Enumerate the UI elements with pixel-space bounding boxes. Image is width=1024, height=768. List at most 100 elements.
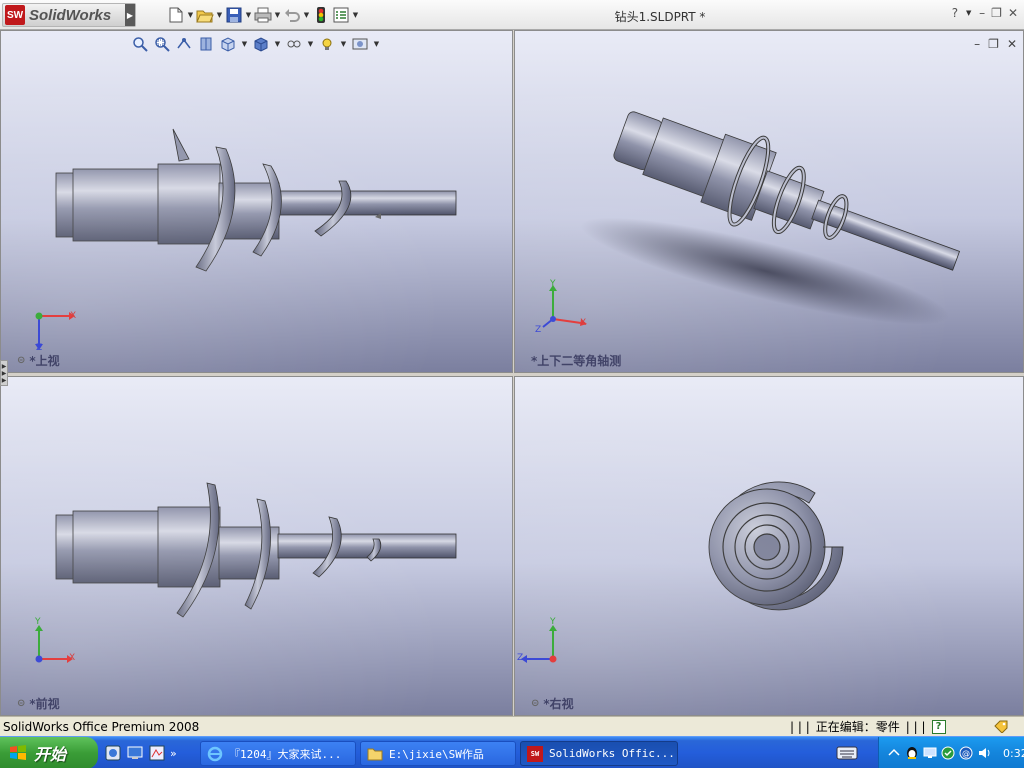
quick-launch-desktop-icon[interactable] [126,744,144,762]
tray-speaker-icon[interactable] [977,746,991,760]
solidworks-logo-icon: SW [5,5,25,25]
window-controls: ? ▼ – ❐ ✕ [952,6,1018,20]
view-orientation-dropdown-icon[interactable]: ▼ [240,40,249,48]
axis-y-label-right: Y [550,617,556,627]
window-title: 钻头1.SLDPRT * [614,10,706,24]
clock[interactable]: 0:32 [1003,747,1024,760]
app-logo-text: SolidWorks [29,6,112,24]
windows-taskbar: 开始 » 『1204』大家来试... E:\jixie\SW作品 SW Soli… [0,736,1024,768]
taskbar-item-browser[interactable]: 『1204』大家来试... [200,741,356,766]
view-orientation-icon[interactable] [218,34,238,54]
zoom-area-icon[interactable] [152,34,172,54]
link-views-icon[interactable]: ⊝ [17,698,25,709]
viewport-label-front: ⊝ *前视 [17,697,60,711]
axis-x-label: X [70,311,77,321]
viewport-right[interactable]: Z Y ⊝ *右视 [514,376,1024,716]
editing-status: 正在编辑：零件 [815,720,900,734]
solidworks-menu-button[interactable]: SW SolidWorks ▶ [2,3,136,27]
save-dropdown-icon[interactable]: ▼ [244,11,253,19]
restore-icon[interactable]: ❐ [991,6,1002,20]
link-views-icon[interactable]: ⊝ [531,698,539,709]
viewport-controls: – ❐ ✕ [974,37,1017,51]
lights-icon[interactable] [317,34,337,54]
help-icon[interactable]: ? [952,6,958,20]
viewport-label-isometric: *上下二等角轴测 [531,354,622,368]
rebuild-icon[interactable] [311,5,331,25]
undo-icon[interactable] [282,5,302,25]
close-icon[interactable]: ✕ [1008,6,1018,20]
start-button[interactable]: 开始 [0,737,98,768]
axis-triad-isometric [542,285,587,328]
keyboard-language-icon[interactable] [836,746,858,760]
status-separator: | | | [790,719,810,734]
section-view-icon[interactable] [196,34,216,54]
link-views-icon[interactable]: ⊝ [17,355,25,366]
viewport-isometric[interactable]: – ❐ ✕ X Y Z *上下二等角轴测 [514,30,1024,373]
product-name: SolidWorks Office Premium 2008 [3,719,200,734]
new-dropdown-icon[interactable]: ▼ [186,11,195,19]
display-style-icon[interactable] [251,34,271,54]
tray-antivirus-icon[interactable]: @ [959,746,973,760]
taskbar-item-folder[interactable]: E:\jixie\SW作品 [360,741,516,766]
viewport-close-icon[interactable]: ✕ [1007,37,1017,51]
taskbar-item-solidworks[interactable]: SW SolidWorks Offic... [520,741,678,766]
viewport-label-right: ⊝ *右视 [531,697,574,711]
quick-launch: » [104,744,177,762]
axis-triad-right [521,625,557,663]
viewport-top[interactable]: X Z ⊝ *上视 [0,30,513,373]
minimize-icon[interactable]: – [979,6,985,20]
status-help-icon[interactable]: ? [931,719,946,734]
axis-z-label-right: Z [517,653,524,663]
axis-x-label-iso: X [580,318,587,328]
status-separator-2: | | | [905,719,926,734]
quick-launch-app-icon[interactable] [104,744,122,762]
hide-show-dropdown-icon[interactable]: ▼ [306,40,315,48]
hide-show-icon[interactable] [284,34,304,54]
viewport-front[interactable]: X Y ⊝ *前视 [0,376,513,716]
heads-up-view-toolbar: ▼ ▼ ▼ ▼ ▼ [130,34,381,54]
system-tray: @ 0:32 [878,737,1024,768]
print-icon[interactable] [253,5,273,25]
ie-icon [207,746,223,761]
tag-icon[interactable] [993,719,1009,733]
start-label: 开始 [34,745,67,764]
status-bar: SolidWorks Office Premium 2008 | | | 正在编… [0,716,1024,736]
axis-x-label-front: X [69,653,76,663]
tray-network-icon[interactable] [887,746,901,760]
tray-qq-icon[interactable] [905,746,919,760]
zoom-to-fit-icon[interactable] [130,34,150,54]
viewport-restore-icon[interactable]: ❐ [988,37,999,51]
tray-monitor-icon[interactable] [923,746,937,760]
previous-view-icon[interactable] [174,34,194,54]
standard-toolbar: ▼ ▼ ▼ ▼ ▼ ▼ [166,5,360,25]
solidworks-app-icon: SW [527,745,543,762]
save-icon[interactable] [224,5,244,25]
axis-z-label-iso: Z [535,325,542,335]
lights-dropdown-icon[interactable]: ▼ [339,40,348,48]
viewport-label-top: ⊝ *上视 [17,354,60,368]
menu-flyout-arrow-icon[interactable]: ▶ [125,4,135,26]
folder-icon [367,748,383,760]
open-icon[interactable] [195,5,215,25]
options-icon[interactable] [331,5,351,25]
print-dropdown-icon[interactable]: ▼ [273,11,282,19]
quick-launch-ie-icon[interactable] [148,744,166,762]
help-dropdown-icon[interactable]: ▼ [964,9,973,17]
open-dropdown-icon[interactable]: ▼ [215,11,224,19]
viewport-minimize-icon[interactable]: – [974,37,980,51]
axis-y-label-iso: Y [550,279,556,289]
quick-launch-more-icon[interactable]: » [170,747,177,760]
windows-logo-icon [10,745,26,760]
scene-icon[interactable] [350,34,370,54]
display-style-dropdown-icon[interactable]: ▼ [273,40,282,48]
title-bar: SW SolidWorks ▶ ▼ ▼ ▼ ▼ ▼ ▼ 钻头1.SLDPRT *… [0,0,1024,30]
axis-y-label-front: Y [35,617,41,627]
drill-bit-model-right[interactable] [515,377,1024,716]
feature-manager-splitter[interactable]: ▶ ▶ ▶ [0,360,8,386]
undo-dropdown-icon[interactable]: ▼ [302,11,311,19]
new-icon[interactable] [166,5,186,25]
status-right: | | | 正在编辑：零件 | | | ? [790,718,946,735]
scene-dropdown-icon[interactable]: ▼ [372,40,381,48]
options-dropdown-icon[interactable]: ▼ [351,11,360,19]
tray-security-icon[interactable] [941,746,955,760]
